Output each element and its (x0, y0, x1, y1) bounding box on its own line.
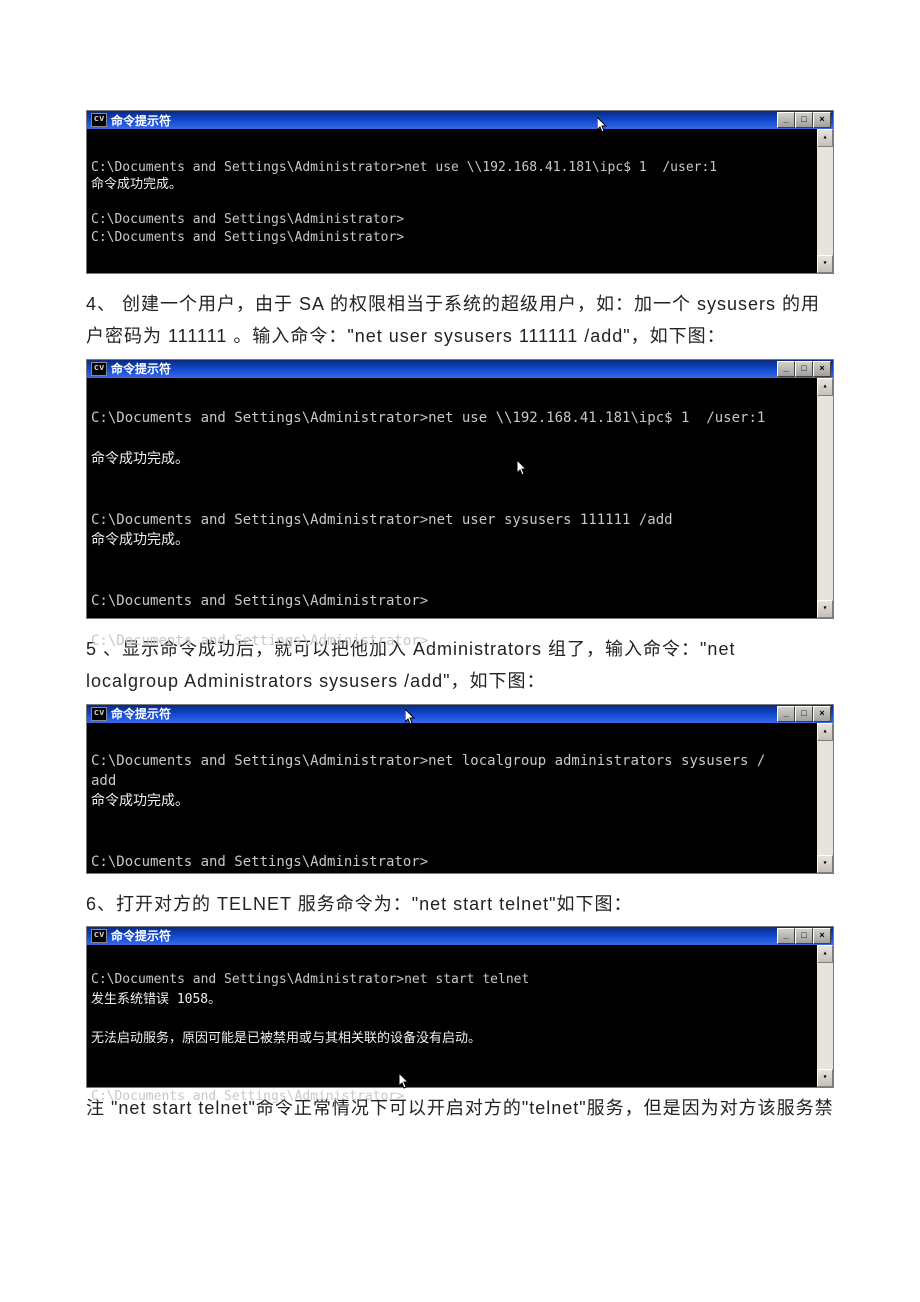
window-buttons: _ □ × (777, 706, 831, 722)
terminal-output: C:\Documents and Settings\Administrator>… (87, 945, 817, 1129)
scroll-down-button[interactable]: ▾ (817, 855, 833, 873)
window-title: 命令提示符 (111, 112, 777, 129)
terminal-line: 命令成功完成。 (91, 451, 189, 467)
window-titlebar: cv 命令提示符 _ □ × (87, 705, 833, 723)
cmd-icon: cv (91, 707, 107, 721)
scrollbar[interactable]: ▴ ▾ (817, 378, 833, 618)
terminal-line: C:\Documents and Settings\Administrator> (91, 1089, 404, 1104)
close-button[interactable]: × (813, 361, 831, 377)
cmd-icon: cv (91, 113, 107, 127)
terminal-line: add (91, 773, 116, 789)
window-titlebar: cv 命令提示符 _ □ × (87, 111, 833, 129)
cmd-window-2: cv 命令提示符 _ □ × ▴ ▾ C:\Documents and Sett… (86, 359, 834, 619)
maximize-button[interactable]: □ (795, 928, 813, 944)
minimize-button[interactable]: _ (777, 928, 795, 944)
scroll-down-button[interactable]: ▾ (817, 1069, 833, 1087)
terminal-line: C:\Documents and Settings\Administrator>… (91, 410, 765, 426)
terminal-line: C:\Documents and Settings\Administrator> (91, 230, 404, 245)
scroll-track[interactable] (817, 963, 833, 1069)
terminal-line: 命令成功完成。 (91, 177, 182, 192)
terminal-line: C:\Documents and Settings\Administrator>… (91, 753, 765, 769)
scroll-track[interactable] (817, 396, 833, 600)
close-button[interactable]: × (813, 706, 831, 722)
terminal-line: 命令成功完成。 (91, 793, 189, 809)
document-page: cv 命令提示符 _ □ × ▴ ▾ C:\Documents and Sett… (0, 0, 920, 1190)
terminal-line: C:\Documents and Settings\Administrator> (91, 212, 404, 227)
terminal-output: C:\Documents and Settings\Administrator>… (87, 378, 817, 674)
cmd-window-3: cv 命令提示符 _ □ × ▴ ▾ C:\Documents and Sett… (86, 704, 834, 874)
terminal-line: 无法启动服务，原因可能是已被禁用或与其相关联的设备没有启动。 (91, 1031, 481, 1046)
maximize-button[interactable]: □ (795, 706, 813, 722)
terminal-line: C:\Documents and Settings\Administrator>… (91, 633, 437, 649)
scroll-up-button[interactable]: ▴ (817, 378, 833, 396)
maximize-button[interactable]: □ (795, 112, 813, 128)
cmd-window-1: cv 命令提示符 _ □ × ▴ ▾ C:\Documents and Sett… (86, 110, 834, 274)
scroll-track[interactable] (817, 147, 833, 255)
scroll-track[interactable] (817, 741, 833, 855)
window-title: 命令提示符 (111, 360, 777, 377)
scrollbar[interactable]: ▴ ▾ (817, 945, 833, 1087)
terminal-output: C:\Documents and Settings\Administrator>… (87, 723, 817, 895)
window-title: 命令提示符 (111, 705, 777, 722)
terminal-line: 命令成功完成。 (91, 532, 189, 548)
close-button[interactable]: × (813, 928, 831, 944)
scroll-up-button[interactable]: ▴ (817, 129, 833, 147)
window-buttons: _ □ × (777, 928, 831, 944)
terminal-line: C:\Documents and Settings\Administrator>… (91, 972, 529, 987)
window-buttons: _ □ × (777, 112, 831, 128)
cmd-icon: cv (91, 929, 107, 943)
cmd-window-4: cv 命令提示符 _ □ × ▴ ▾ C:\Documents and Sett… (86, 926, 834, 1088)
cmd-icon: cv (91, 362, 107, 376)
terminal-line: C:\Documents and Settings\Administrator>… (91, 160, 717, 175)
minimize-button[interactable]: _ (777, 112, 795, 128)
terminal-line: C:\Documents and Settings\Administrator> (91, 854, 428, 870)
scroll-down-button[interactable]: ▾ (817, 600, 833, 618)
scroll-up-button[interactable]: ▴ (817, 723, 833, 741)
terminal-line: 发生系统错误 1058。 (91, 992, 221, 1007)
window-titlebar: cv 命令提示符 _ □ × (87, 360, 833, 378)
close-button[interactable]: × (813, 112, 831, 128)
scroll-up-button[interactable]: ▴ (817, 945, 833, 963)
window-title: 命令提示符 (111, 927, 777, 944)
scrollbar[interactable]: ▴ ▾ (817, 723, 833, 873)
minimize-button[interactable]: _ (777, 706, 795, 722)
scroll-down-button[interactable]: ▾ (817, 255, 833, 273)
terminal-output: C:\Documents and Settings\Administrator>… (87, 129, 817, 266)
scrollbar[interactable]: ▴ ▾ (817, 129, 833, 273)
window-titlebar: cv 命令提示符 _ □ × (87, 927, 833, 945)
maximize-button[interactable]: □ (795, 361, 813, 377)
terminal-line: C:\Documents and Settings\Administrator> (91, 593, 428, 609)
minimize-button[interactable]: _ (777, 361, 795, 377)
window-buttons: _ □ × (777, 361, 831, 377)
terminal-line: C:\Documents and Settings\Administrator>… (91, 512, 673, 528)
paragraph-step-4: 4、 创建一个用户，由于 SA 的权限相当于系统的超级用户，如：加一个 sysu… (86, 288, 834, 353)
